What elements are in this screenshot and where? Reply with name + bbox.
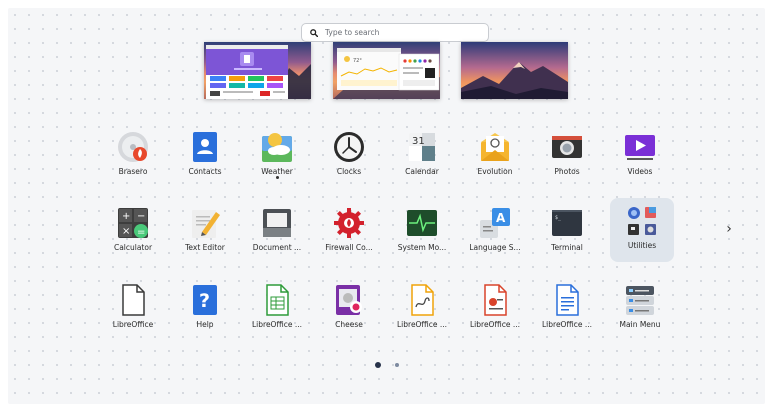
contacts-icon [193,132,217,162]
app-label: Utilities [627,241,657,250]
page-indicator-1-active[interactable] [375,362,381,368]
workspace-thumbnail-1[interactable] [204,42,311,99]
app-folder-utilities[interactable]: Utilities [610,198,674,262]
presentation-icon [484,284,507,316]
brasero-icon [118,132,148,162]
folder-icon [628,207,656,235]
svg-text:$_: $_ [555,215,562,221]
app-terminal[interactable]: $_ Terminal [535,200,599,264]
app-videos[interactable]: Videos [608,124,672,188]
app-libreoffice-writer[interactable]: LibreOffice ... [535,277,599,341]
app-libreoffice-calc[interactable]: LibreOffice ... [245,277,309,341]
search-icon [310,28,318,37]
app-brasero[interactable]: Brasero [101,124,165,188]
app-label: Document ... [252,243,302,252]
workspace-preview-windows: 72° [333,48,440,99]
video-player-icon [625,135,655,160]
app-label: Language S... [469,243,521,252]
app-label: LibreOffice ... [397,320,447,329]
app-clocks[interactable]: Clocks [317,124,381,188]
running-indicator [275,176,279,179]
app-label: Main Menu [619,320,661,329]
app-label: Weather [261,167,293,176]
app-text-editor[interactable]: Text Editor [173,200,237,264]
svg-text:31: 31 [412,136,425,147]
clock-icon [334,132,364,162]
app-label: Videos [627,167,653,176]
app-libreoffice[interactable]: LibreOffice [101,277,165,341]
app-main-menu[interactable]: Main Menu [608,277,672,341]
language-support-icon: A [480,208,510,238]
libreoffice-icon [122,284,145,316]
app-label: LibreOffice [112,320,154,329]
evolution-mail-icon [481,133,509,161]
app-label: Firewall Co... [325,243,373,252]
svg-text:72°: 72° [353,58,362,64]
svg-text:A: A [496,211,506,225]
app-libreoffice-impress[interactable]: LibreOffice ... [463,277,527,341]
app-label: Photos [554,167,580,176]
next-page-arrow[interactable]: › [722,220,736,238]
main-menu-icon [626,286,654,315]
page-indicator-2[interactable] [395,363,399,367]
app-calculator[interactable]: + − × = Calculator [101,200,165,264]
app-label: Cheese [335,320,363,329]
spreadsheet-icon [266,284,289,316]
app-document-viewer[interactable]: Document ... [245,200,309,264]
app-cheese[interactable]: Cheese [317,277,381,341]
app-label: Calendar [405,167,439,176]
app-label: LibreOffice ... [542,320,592,329]
calculator-icon: + − × = [118,208,148,238]
calendar-icon: 31 [409,133,435,161]
search-input[interactable] [325,28,475,37]
app-label: Clocks [336,167,362,176]
terminal-icon: $_ [552,210,582,236]
workspace-wallpaper [461,42,568,99]
app-help[interactable]: ? Help [173,277,237,341]
app-label: Help [196,320,214,329]
app-label: Terminal [551,243,583,252]
document-scanner-icon [263,209,291,237]
weather-icon [262,133,292,162]
search-box[interactable] [301,23,489,42]
system-monitor-icon [407,210,437,236]
svg-text:×: × [122,226,130,237]
app-language-support[interactable]: A Language S... [463,200,527,264]
app-label: Brasero [118,167,148,176]
app-label: Contacts [188,167,222,176]
app-weather[interactable]: Weather [245,124,309,188]
help-icon: ? [193,285,217,315]
workspace-thumbnail-2[interactable]: 72° [333,42,440,99]
app-contacts[interactable]: Contacts [173,124,237,188]
app-label: LibreOffice ... [470,320,520,329]
svg-text:−: − [137,211,145,222]
app-system-monitor[interactable]: System Mo... [390,200,454,264]
firewall-gear-icon [334,208,364,238]
app-label: Text Editor [185,243,225,252]
app-label: Evolution [477,167,513,176]
app-photos[interactable]: Photos [535,124,599,188]
drawing-icon [411,284,434,316]
svg-text:+: + [122,211,130,222]
cheese-webcam-icon [336,285,362,315]
camera-icon [552,136,582,158]
app-label: System Mo... [397,243,447,252]
app-label: Calculator [113,243,153,252]
app-evolution[interactable]: Evolution [463,124,527,188]
app-firewall-configuration[interactable]: Firewall Co... [317,200,381,264]
app-libreoffice-draw[interactable]: LibreOffice ... [390,277,454,341]
text-editor-icon [192,210,220,238]
workspace-thumbnail-3[interactable] [461,42,568,99]
document-writer-icon [556,284,579,316]
svg-text:=: = [137,227,145,238]
workspace-preview-windows [206,45,311,99]
app-label: LibreOffice ... [252,320,302,329]
app-calendar[interactable]: 31 Calendar [390,124,454,188]
svg-text:?: ? [199,290,210,312]
